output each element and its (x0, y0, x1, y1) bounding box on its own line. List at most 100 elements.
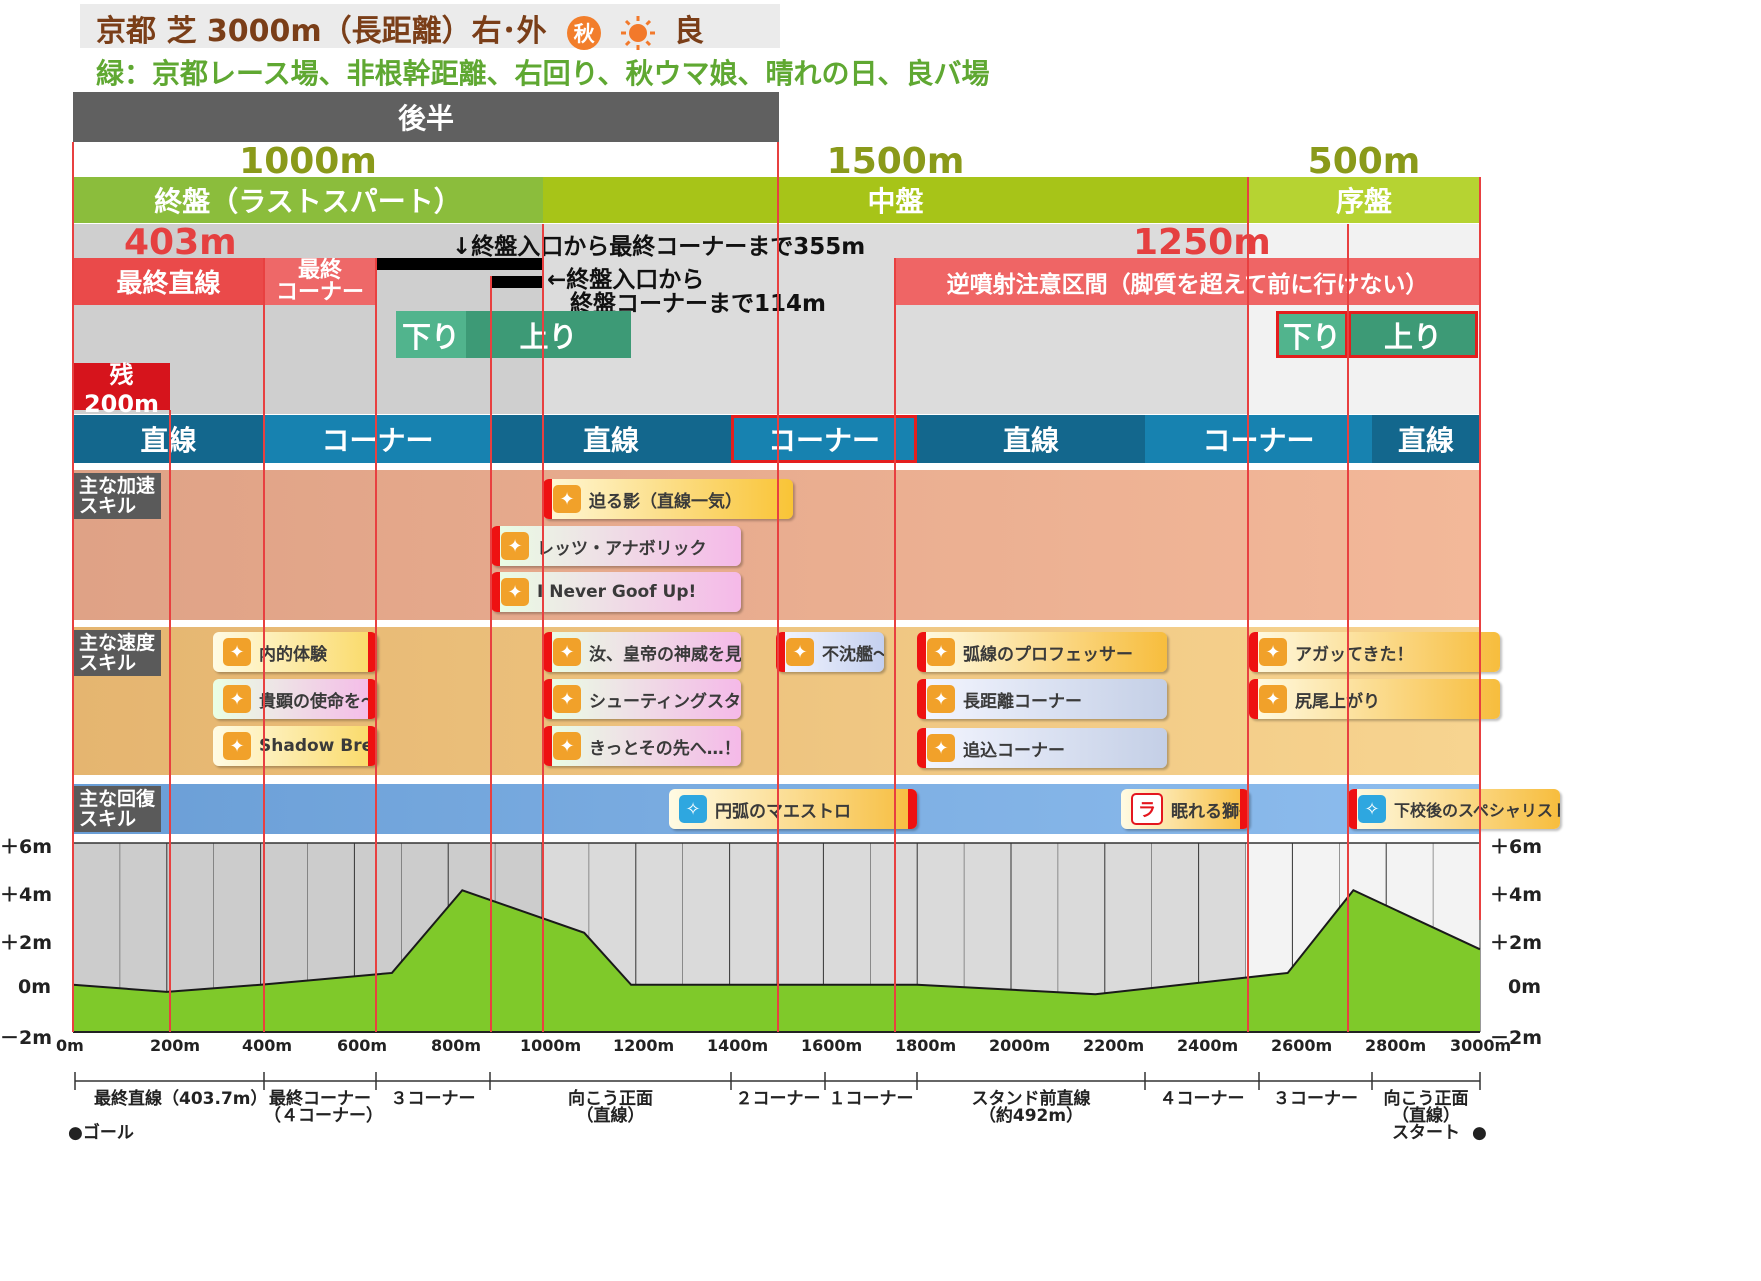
skill-icon: ✦ (501, 532, 529, 560)
slope-up-late: 上り (466, 311, 631, 358)
segment-label-final-corner: 最終コーナー （４コーナー） (264, 1089, 383, 1126)
late-distance: 1000m (239, 140, 377, 182)
segment-straight-1: 直線 (73, 415, 264, 463)
segment-label-3-corner-early: ３コーナー (1273, 1089, 1358, 1109)
skill-accel-1[interactable]: ✦ 迫る影（直線一気） (543, 479, 793, 519)
skill-recovery-1[interactable]: ✧ 円弧のマエストロ (669, 789, 917, 829)
skill-speed-3[interactable]: ✦Shadow Break (213, 726, 377, 766)
recovery-category-label: 主な回復 スキル (73, 786, 162, 832)
skill-speed-4[interactable]: ✦汝、皇帝の神威を見よ (543, 632, 741, 672)
y-tick-right-6: ＋6m (1490, 836, 1543, 858)
segment-label-backstretch-start: 向こう正面 （直線） スタート (1383, 1089, 1469, 1143)
segment-corner-3: コーナー (1145, 415, 1372, 463)
slope-down-early: 下り (1276, 311, 1348, 358)
segment-label-3-corner: ３コーナー (390, 1089, 476, 1109)
early-distance: 500m (1307, 140, 1421, 182)
segment-corner-1: コーナー (264, 415, 491, 463)
x-tick-2000: 2000m (989, 1036, 1051, 1055)
distance-bar-114 (491, 276, 543, 288)
x-tick-200: 200m (150, 1036, 201, 1055)
accel-category-label: 主な加速 スキル (73, 473, 162, 519)
skill-speed-11[interactable]: ✦ アガッてきた！ (1249, 632, 1500, 672)
title-text: 京都 芝 3000m（長距離）右･外 (96, 14, 547, 49)
skill-speed-9[interactable]: ✦ 長距離コーナー (917, 679, 1167, 719)
x-tick-1600: 1600m (801, 1036, 863, 1055)
final-straight-band: 最終直線 (73, 258, 264, 305)
ra-badge-icon: ラ (1131, 793, 1163, 825)
sun-icon (620, 15, 655, 50)
skill-icon: ✦ (1259, 638, 1287, 666)
start-dot: ● (1472, 1123, 1487, 1143)
subtitle: 緑：京都レース場、非根幹距離、右回り、秋ウマ娘、晴れの日、良バ場 (96, 57, 990, 90)
skill-speed-2[interactable]: ✦ 貴顕の使命を～ (213, 679, 377, 719)
autumn-badge-icon: 秋 (567, 15, 602, 50)
y-tick-right-0: 0m (1508, 976, 1542, 998)
y-tick-right-4: ＋4m (1490, 884, 1543, 906)
x-tick-1200: 1200m (613, 1036, 675, 1055)
skill-icon: ✦ (553, 485, 581, 513)
speed-category-label: 主な速度 スキル (73, 630, 162, 676)
segment-corner-2: コーナー (731, 415, 917, 463)
skill-speed-8[interactable]: ✦ 弧線のプロフェッサー (917, 632, 1167, 672)
slope-down-late: 下り (396, 311, 466, 358)
skill-icon: ✦ (223, 638, 251, 666)
second-half-band: 後半 (73, 92, 779, 142)
skill-accel-2[interactable]: ✦ レッツ・アナボリック (491, 526, 741, 566)
skill-accel-3[interactable]: ✦ I Never Goof Up! (491, 572, 741, 612)
phase-late: 終盤（ラストスパート） (73, 177, 543, 223)
page-title: 京都 芝 3000m（長距離）右･外 秋 良 (96, 6, 704, 51)
segment-straight-2: 直線 (491, 415, 731, 463)
recovery-sparkle-icon: ✧ (1358, 795, 1386, 823)
skill-speed-5[interactable]: ✦シューティングスター (543, 679, 741, 719)
skill-icon: ✦ (501, 578, 529, 606)
final-corner-band: 最終 コーナー (264, 258, 376, 305)
y-tick-left-6: ＋6m (0, 836, 53, 858)
course-diagram: 京都 芝 3000m（長距離）右･外 秋 良 緑：京都レース場、非根幹距離、右回… (0, 0, 1761, 1281)
final-straight-length: 403m (124, 222, 237, 263)
x-tick-1400: 1400m (707, 1036, 769, 1055)
ground-condition: 良 (674, 14, 705, 49)
y-tick-left-0: 0m (18, 976, 52, 998)
segment-straight-4: 直線 (1372, 415, 1480, 463)
segment-straight-3: 直線 (917, 415, 1145, 463)
x-tick-2400: 2400m (1177, 1036, 1239, 1055)
remaining-200m-badge: 残200m (73, 361, 170, 418)
recovery-sparkle-icon: ✧ (679, 795, 707, 823)
skill-speed-1[interactable]: ✦ 内的体験 (213, 632, 377, 672)
y-tick-left-2: ＋2m (0, 932, 53, 954)
segment-label-1-corner: １コーナー (828, 1089, 914, 1109)
mid-distance: 1500m (826, 140, 965, 182)
segment-label-2-corner: ２コーナー (735, 1089, 821, 1109)
phase-mid: 中盤 (543, 177, 1248, 223)
skill-icon: ✦ (553, 638, 581, 666)
x-tick-2800: 2800m (1365, 1036, 1427, 1055)
goal-marker: ●ゴール (68, 1123, 134, 1143)
skill-icon: ✦ (1259, 685, 1287, 713)
skill-icon: ✦ (786, 638, 814, 666)
skill-recovery-3[interactable]: ✧ 下校後のスペシャリスト (1348, 789, 1560, 829)
x-tick-3000: 3000m (1450, 1036, 1512, 1055)
skill-icon: ✦ (927, 685, 955, 713)
x-tick-0: 0m (56, 1036, 84, 1055)
skill-speed-6[interactable]: ✦ きっとその先へ…！ (543, 726, 741, 766)
skill-speed-10[interactable]: ✦ 追込コーナー (917, 728, 1167, 768)
segment-label-final-straight: 最終直線（403.7m） (94, 1089, 268, 1109)
note-114: ←終盤入口から 終盤コーナーまで114m (547, 267, 826, 317)
skill-speed-7[interactable]: ✦ 不沈艦～ (776, 632, 884, 672)
spurt-zone-length: 1250m (1133, 222, 1271, 263)
skill-icon: ✦ (553, 685, 581, 713)
x-tick-2600: 2600m (1271, 1036, 1333, 1055)
x-tick-800: 800m (431, 1036, 482, 1055)
skill-icon: ✦ (927, 734, 955, 762)
segment-label-4-corner: ４コーナー (1159, 1089, 1245, 1109)
segment-label-backstretch: 向こう正面 （直線） (568, 1089, 653, 1126)
skill-recovery-2[interactable]: ラ眠れる獅子 (1121, 789, 1249, 829)
y-tick-right-2: ＋2m (1490, 932, 1543, 954)
x-tick-400: 400m (242, 1036, 293, 1055)
skill-speed-12[interactable]: ✦ 尻尾上がり (1249, 679, 1500, 719)
x-tick-1000: 1000m (520, 1036, 582, 1055)
skill-icon: ✦ (927, 638, 955, 666)
x-tick-600: 600m (337, 1036, 388, 1055)
x-tick-2200: 2200m (1083, 1036, 1145, 1055)
segment-label-home-straight: スタンド前直線 （約492m） (971, 1089, 1091, 1126)
